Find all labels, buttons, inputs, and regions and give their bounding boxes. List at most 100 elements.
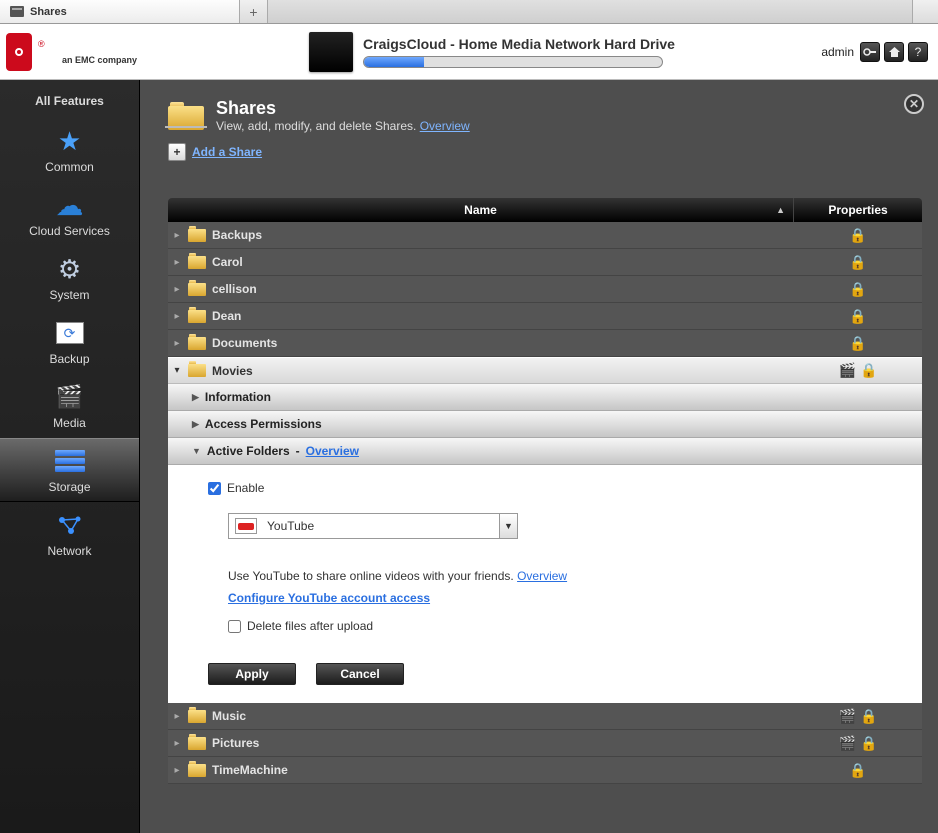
shares-grid: Name ▲ Properties ▸ Backups 🔒 ▸ (168, 198, 922, 833)
device-title: CraigsCloud - Home Media Network Hard Dr… (363, 36, 675, 52)
share-row[interactable]: ▸ Music 🎬 🔒 (168, 703, 922, 730)
share-row[interactable]: ▸ cellison 🔒 (168, 276, 922, 303)
admin-label: admin (821, 45, 854, 59)
active-folders-overview-link[interactable]: Overview (306, 444, 359, 458)
new-tab-button[interactable]: + (240, 0, 268, 23)
sidebar-item-backup[interactable]: ⟳ Backup (0, 310, 139, 374)
share-row[interactable]: ▸ Carol 🔒 (168, 249, 922, 276)
panel-information[interactable]: ▶ Information (168, 384, 922, 411)
cloud-icon: ☁ (53, 190, 87, 220)
lock-icon: 🔒 (860, 708, 877, 725)
panel-active-folders[interactable]: ▼ Active Folders - Overview (168, 438, 922, 465)
share-name: Movies (208, 364, 794, 378)
share-row-expanded[interactable]: ▾ Movies 🎬 🔒 (168, 357, 922, 384)
expand-icon: ▸ (168, 338, 186, 349)
page-title: Shares (216, 98, 470, 119)
content-pane: ✕ Shares View, add, modify, and delete S… (140, 80, 938, 833)
folder-icon (186, 310, 208, 323)
favicon-icon (10, 6, 24, 17)
folder-icon (186, 256, 208, 269)
tabbar-spacer (268, 0, 912, 23)
share-name: Pictures (208, 736, 794, 750)
configure-account-link[interactable]: Configure YouTube account access (228, 591, 892, 605)
column-header-name[interactable]: Name ▲ (168, 198, 794, 222)
share-row[interactable]: ▸ Dean 🔒 (168, 303, 922, 330)
folder-icon (186, 229, 208, 242)
media-icon: 🎬 (839, 362, 856, 379)
network-icon (53, 510, 87, 540)
chevron-down-icon: ▼ (192, 446, 201, 456)
browser-tab-active[interactable]: Shares (0, 0, 240, 23)
lock-icon: 🔒 (860, 362, 877, 379)
overview-link[interactable]: Overview (420, 119, 470, 133)
expand-icon: ▸ (168, 257, 186, 268)
folder-icon (186, 283, 208, 296)
lock-icon: 🔒 (849, 227, 866, 244)
page-description: View, add, modify, and delete Shares. (216, 119, 420, 133)
add-icon: + (168, 143, 186, 161)
device-status: CraigsCloud - Home Media Network Hard Dr… (309, 32, 675, 72)
delete-after-checkbox[interactable] (228, 620, 241, 633)
share-name: TimeMachine (208, 763, 794, 777)
sidebar-item-label: Backup (49, 352, 89, 366)
help-button[interactable]: ? (908, 42, 928, 62)
delete-after-row[interactable]: Delete files after upload (228, 619, 892, 633)
provider-overview-link[interactable]: Overview (517, 569, 567, 583)
dropdown-icon: ▼ (499, 514, 517, 538)
enable-checkbox-row[interactable]: Enable (208, 481, 892, 495)
sidebar-item-system[interactable]: ⚙ System (0, 246, 139, 310)
add-share-link[interactable]: Add a Share (192, 145, 262, 159)
sidebar-item-network[interactable]: Network (0, 502, 139, 566)
sidebar-item-common[interactable]: ★ Common (0, 118, 139, 182)
cancel-button[interactable]: Cancel (316, 663, 404, 685)
media-icon: 🎬 (839, 735, 856, 752)
browser-tabbar: Shares + (0, 0, 938, 24)
expand-icon: ▸ (168, 230, 186, 241)
panel-access-permissions[interactable]: ▶ Access Permissions (168, 411, 922, 438)
column-header-properties[interactable]: Properties (794, 198, 922, 222)
storage-icon (53, 446, 87, 476)
sidebar-item-storage[interactable]: Storage (0, 438, 139, 502)
tabbar-menu-button[interactable] (912, 0, 938, 23)
sidebar-item-cloud-services[interactable]: ☁ Cloud Services (0, 182, 139, 246)
capacity-bar (363, 56, 663, 68)
gear-icon: ⚙ (53, 254, 87, 284)
collapse-icon: ▾ (168, 365, 186, 376)
youtube-icon (235, 518, 257, 534)
share-name: Documents (208, 336, 794, 350)
chevron-right-icon: ▶ (192, 392, 199, 403)
brand-subtitle: an EMC company (38, 55, 137, 65)
sidebar-item-label: Cloud Services (29, 224, 110, 238)
app-header: iomega® an EMC company CraigsCloud - Hom… (0, 24, 938, 80)
provider-select[interactable]: YouTube ▼ (228, 513, 518, 539)
apply-button[interactable]: Apply (208, 663, 296, 685)
share-row[interactable]: ▸ TimeMachine 🔒 (168, 757, 922, 784)
sidebar-item-media[interactable]: 🎬 Media (0, 374, 139, 438)
delete-after-label: Delete files after upload (247, 619, 373, 633)
sidebar: All Features ★ Common ☁ Cloud Services ⚙… (0, 80, 140, 833)
enable-label: Enable (227, 481, 264, 495)
folder-icon (186, 737, 208, 750)
tab-title: Shares (30, 6, 67, 18)
share-name: Backups (208, 228, 794, 242)
chevron-right-icon: ▶ (192, 419, 199, 430)
sidebar-item-label: Media (53, 416, 86, 430)
enable-checkbox[interactable] (208, 482, 221, 495)
brand-logo-icon (6, 33, 32, 71)
expand-icon: ▸ (168, 738, 186, 749)
share-row[interactable]: ▸ Documents 🔒 (168, 330, 922, 357)
device-image-icon (309, 32, 353, 72)
provider-help-text: Use YouTube to share online videos with … (228, 569, 517, 583)
expand-icon: ▸ (168, 711, 186, 722)
share-detail-panels: ▶ Information ▶ Access Permissions ▼ Act… (168, 384, 922, 703)
brand-logo[interactable]: iomega® an EMC company (6, 33, 137, 71)
close-button[interactable]: ✕ (904, 94, 924, 114)
share-row[interactable]: ▸ Pictures 🎬 🔒 (168, 730, 922, 757)
share-row[interactable]: ▸ Backups 🔒 (168, 222, 922, 249)
star-icon: ★ (53, 126, 87, 156)
sidebar-item-label: Common (45, 160, 94, 174)
home-button[interactable] (884, 42, 904, 62)
logout-button[interactable] (860, 42, 880, 62)
sort-asc-icon: ▲ (776, 205, 785, 215)
lock-icon: 🔒 (849, 281, 866, 298)
